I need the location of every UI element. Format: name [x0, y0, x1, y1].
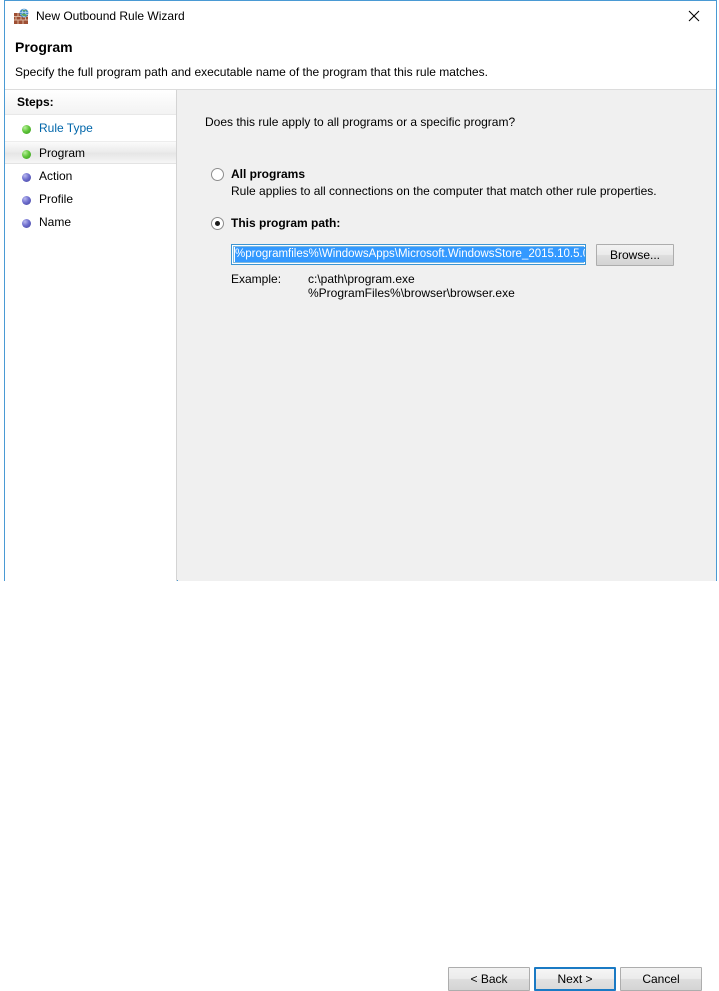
sidebar-item-label: Profile — [39, 192, 73, 206]
question-text: Does this rule apply to all programs or … — [205, 115, 515, 129]
page-title: Program — [15, 39, 73, 55]
page-subtitle: Specify the full program path and execut… — [15, 65, 488, 79]
radio-button-program-path[interactable] — [211, 217, 224, 230]
header-band: Program Specify the full program path an… — [5, 31, 716, 90]
step-bullet-icon — [22, 196, 31, 205]
step-bullet-icon — [22, 150, 31, 159]
sidebar-item-action[interactable]: Action — [5, 165, 176, 188]
step-bullet-icon — [22, 173, 31, 182]
sidebar-item-label: Rule Type — [39, 121, 93, 135]
window-title: New Outbound Rule Wizard — [36, 9, 185, 23]
radio-label-all-programs: All programs — [231, 167, 305, 181]
sidebar-item-profile[interactable]: Profile — [5, 188, 176, 211]
step-bullet-icon — [22, 219, 31, 228]
radio-description-all-programs: Rule applies to all connections on the c… — [231, 184, 657, 198]
example-label: Example: — [231, 272, 281, 286]
sidebar-item-program[interactable]: Program — [5, 141, 176, 164]
radio-label-program-path: This program path: — [231, 216, 340, 230]
next-button[interactable]: Next > — [534, 967, 616, 991]
sidebar-item-rule-type[interactable]: Rule Type — [5, 117, 176, 140]
steps-sidebar: Steps: Rule Type Program Action Profile … — [5, 90, 177, 581]
back-button[interactable]: < Back — [448, 967, 530, 991]
example-path-1: c:\path\program.exe — [308, 272, 415, 286]
program-path-input[interactable]: %programfiles%\WindowsApps\Microsoft.Win… — [231, 244, 586, 265]
example-path-2: %ProgramFiles%\browser\browser.exe — [308, 286, 515, 300]
browse-button[interactable]: Browse... — [596, 244, 674, 266]
cancel-button[interactable]: Cancel — [620, 967, 702, 991]
step-bullet-icon — [22, 125, 31, 134]
program-path-row: %programfiles%\WindowsApps\Microsoft.Win… — [231, 244, 691, 266]
sidebar-item-label: Program — [39, 146, 85, 160]
dialog-footer: < Back Next > Cancel — [178, 521, 716, 581]
program-path-input-inner: %programfiles%\WindowsApps\Microsoft.Win… — [233, 246, 584, 263]
program-path-value: %programfiles%\WindowsApps\Microsoft.Win… — [235, 247, 586, 262]
sidebar-item-label: Action — [39, 169, 72, 183]
close-icon[interactable] — [671, 1, 716, 31]
content-pane: Does this rule apply to all programs or … — [178, 90, 716, 581]
title-bar: New Outbound Rule Wizard — [5, 0, 716, 31]
firewall-globe-icon — [13, 8, 30, 25]
steps-header: Steps: — [5, 90, 176, 115]
radio-button-all-programs[interactable] — [211, 168, 224, 181]
steps-header-label: Steps: — [17, 95, 54, 109]
wizard-window: New Outbound Rule Wizard Program Specify… — [4, 0, 717, 581]
sidebar-item-name[interactable]: Name — [5, 211, 176, 234]
sidebar-item-label: Name — [39, 215, 71, 229]
